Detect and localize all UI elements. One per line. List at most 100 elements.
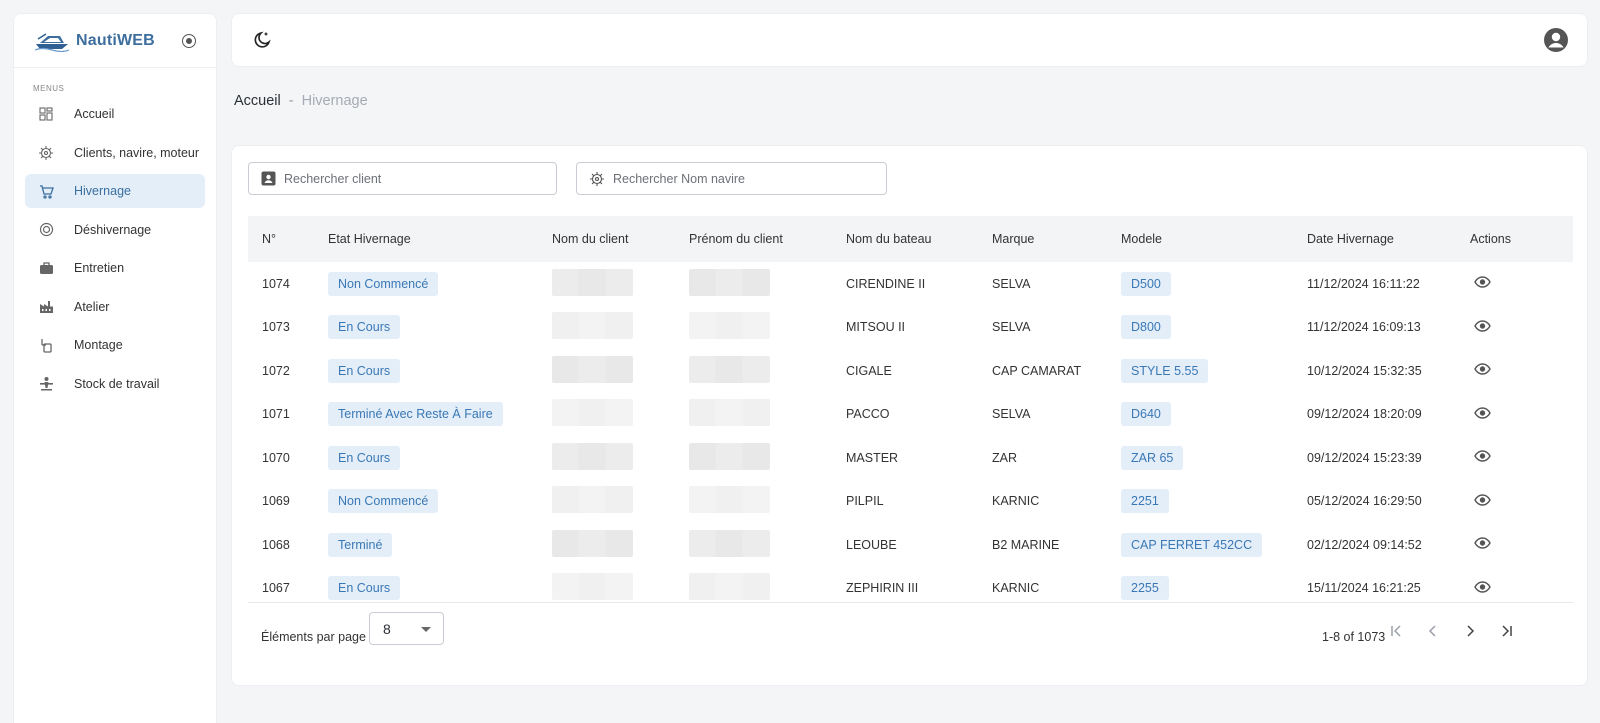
breadcrumb-separator: - — [288, 93, 294, 109]
cell-actions — [1456, 349, 1573, 393]
col-header-marque[interactable]: Marque — [978, 216, 1107, 262]
redacted-client-name — [552, 312, 633, 340]
breadcrumb-current: Hivernage — [301, 93, 368, 109]
col-header-etat[interactable]: Etat Hivernage — [314, 216, 538, 262]
table-row[interactable]: 1069 Non Commencé PILPIL KARNIC 2251 05/12/20… — [248, 480, 1573, 524]
cell-modele: D640 — [1107, 393, 1293, 437]
redacted-client-name — [552, 268, 633, 296]
view-eye-icon[interactable] — [1474, 450, 1491, 462]
col-header-modele[interactable]: Modele — [1107, 216, 1293, 262]
topbar — [231, 13, 1588, 67]
search-client-input[interactable] — [284, 171, 524, 186]
model-badge: 2255 — [1121, 576, 1169, 601]
table-row[interactable]: 1071 Terminé Avec Reste À Faire PACCO SELVA… — [248, 393, 1573, 437]
cell-nom — [538, 349, 675, 393]
view-eye-icon[interactable] — [1474, 537, 1491, 549]
per-page-select[interactable]: 8 — [369, 612, 444, 645]
view-eye-icon[interactable] — [1474, 320, 1491, 332]
sidebar-item-label: Déshivernage — [74, 222, 152, 237]
dark-mode-toggle-icon[interactable] — [252, 30, 272, 53]
table-row[interactable]: 1072 En Cours CIGALE CAP CAMARAT STYLE 5.55 1… — [248, 349, 1573, 393]
view-eye-icon[interactable] — [1474, 363, 1491, 375]
sidebar: NautiWEB MENUS Accueil Clients, navire, … — [13, 13, 217, 723]
cell-bateau: LEOUBE — [846, 537, 897, 552]
last-page-icon[interactable] — [1498, 622, 1516, 640]
redacted-client-firstname — [689, 312, 770, 340]
sidebar-item-hivernage[interactable]: Hivernage — [25, 174, 205, 208]
previous-page-icon[interactable] — [1424, 622, 1442, 640]
col-header-bateau[interactable]: Nom du bateau — [832, 216, 978, 262]
sidebar-item-accueil[interactable]: Accueil — [25, 97, 205, 131]
brand-header: NautiWEB — [14, 14, 216, 68]
model-badge: STYLE 5.55 — [1121, 358, 1209, 383]
sidebar-item-atelier[interactable]: Atelier — [25, 290, 205, 324]
cell-num: 1072 — [262, 363, 290, 378]
cell-actions — [1456, 262, 1573, 306]
sidebar-item-deshivernage[interactable]: Déshivernage — [25, 213, 205, 247]
next-page-icon[interactable] — [1461, 622, 1479, 640]
search-navire-field[interactable] — [576, 162, 887, 195]
cell-etat: Non Commencé — [314, 262, 538, 306]
table-row[interactable]: 1067 En Cours ZEPHIRIN III KARNIC 2255 15/11/… — [248, 567, 1573, 611]
view-eye-icon[interactable] — [1474, 494, 1491, 506]
helm-icon — [38, 145, 54, 161]
briefcase-icon — [38, 260, 54, 276]
cell-num: 1074 — [262, 276, 290, 291]
status-badge: Terminé — [328, 532, 393, 557]
cart-icon — [38, 183, 54, 199]
search-navire-input[interactable] — [613, 171, 853, 186]
first-page-icon[interactable] — [1387, 622, 1405, 640]
sidebar-item-montage[interactable]: Montage — [25, 328, 205, 362]
per-page-value: 8 — [383, 620, 391, 637]
target-icon — [38, 222, 54, 238]
cell-bateau: PACCO — [846, 407, 890, 422]
sidebar-item-label: Entretien — [74, 261, 125, 275]
view-eye-icon[interactable] — [1474, 276, 1491, 288]
table-row[interactable]: 1070 En Cours MASTER ZAR ZAR 65 09/12/2024 15… — [248, 436, 1573, 480]
col-header-date[interactable]: Date Hivernage — [1293, 216, 1456, 262]
cell-prenom — [675, 523, 832, 567]
redacted-client-firstname — [689, 355, 770, 383]
cell-prenom — [675, 393, 832, 437]
view-eye-icon[interactable] — [1474, 407, 1491, 419]
sidebar-item-stock[interactable]: Stock de travail — [25, 367, 205, 401]
search-client-field[interactable] — [248, 162, 557, 195]
sidebar-item-entretien[interactable]: Entretien — [25, 251, 205, 285]
col-header-prenom[interactable]: Prénom du client — [675, 216, 832, 262]
cell-prenom — [675, 567, 832, 611]
cell-modele: D500 — [1107, 262, 1293, 306]
breadcrumb: Accueil - Hivernage — [234, 93, 368, 109]
sidebar-toggle-icon[interactable] — [182, 33, 196, 48]
sidebar-item-label: Stock de travail — [74, 376, 160, 391]
cell-bateau: CIRENDINE II — [846, 276, 926, 291]
col-header-num[interactable]: N° — [248, 216, 314, 262]
caret-down-icon — [421, 627, 431, 632]
cell-etat: En Cours — [314, 306, 538, 350]
table-row[interactable]: 1074 Non Commencé CIRENDINE II SELVA D500 11/… — [248, 262, 1573, 306]
col-header-nom[interactable]: Nom du client — [538, 216, 675, 262]
cell-date: 11/12/2024 16:09:13 — [1307, 320, 1421, 335]
pagination-range: 1-8 of 1073 — [1322, 630, 1386, 644]
redacted-client-firstname — [689, 268, 770, 296]
user-account-icon[interactable] — [1543, 27, 1569, 56]
sidebar-item-clients[interactable]: Clients, navire, moteur — [25, 136, 205, 170]
cell-marque: ZAR — [992, 450, 1017, 465]
table-row[interactable]: 1073 En Cours MITSOU II SELVA D800 11/12/2024… — [248, 306, 1573, 350]
redacted-client-name — [552, 486, 633, 514]
cell-nom — [538, 523, 675, 567]
view-eye-icon[interactable] — [1474, 581, 1491, 593]
cell-bateau: PILPIL — [846, 494, 884, 509]
cell-etat: Terminé — [314, 523, 538, 567]
model-badge: ZAR 65 — [1121, 445, 1184, 470]
cell-nom — [538, 306, 675, 350]
redacted-client-name — [552, 529, 633, 557]
breadcrumb-home[interactable]: Accueil — [234, 93, 281, 109]
cell-actions — [1456, 436, 1573, 480]
cell-prenom — [675, 262, 832, 306]
sidebar-item-label: Hivernage — [74, 184, 131, 198]
model-badge: D640 — [1121, 402, 1171, 427]
table-row[interactable]: 1068 Terminé LEOUBE B2 MARINE CAP FERRET 452… — [248, 523, 1573, 567]
redacted-client-name — [552, 355, 633, 383]
cell-date: 05/12/2024 16:29:50 — [1307, 494, 1422, 509]
model-badge: CAP FERRET 452CC — [1121, 532, 1263, 557]
